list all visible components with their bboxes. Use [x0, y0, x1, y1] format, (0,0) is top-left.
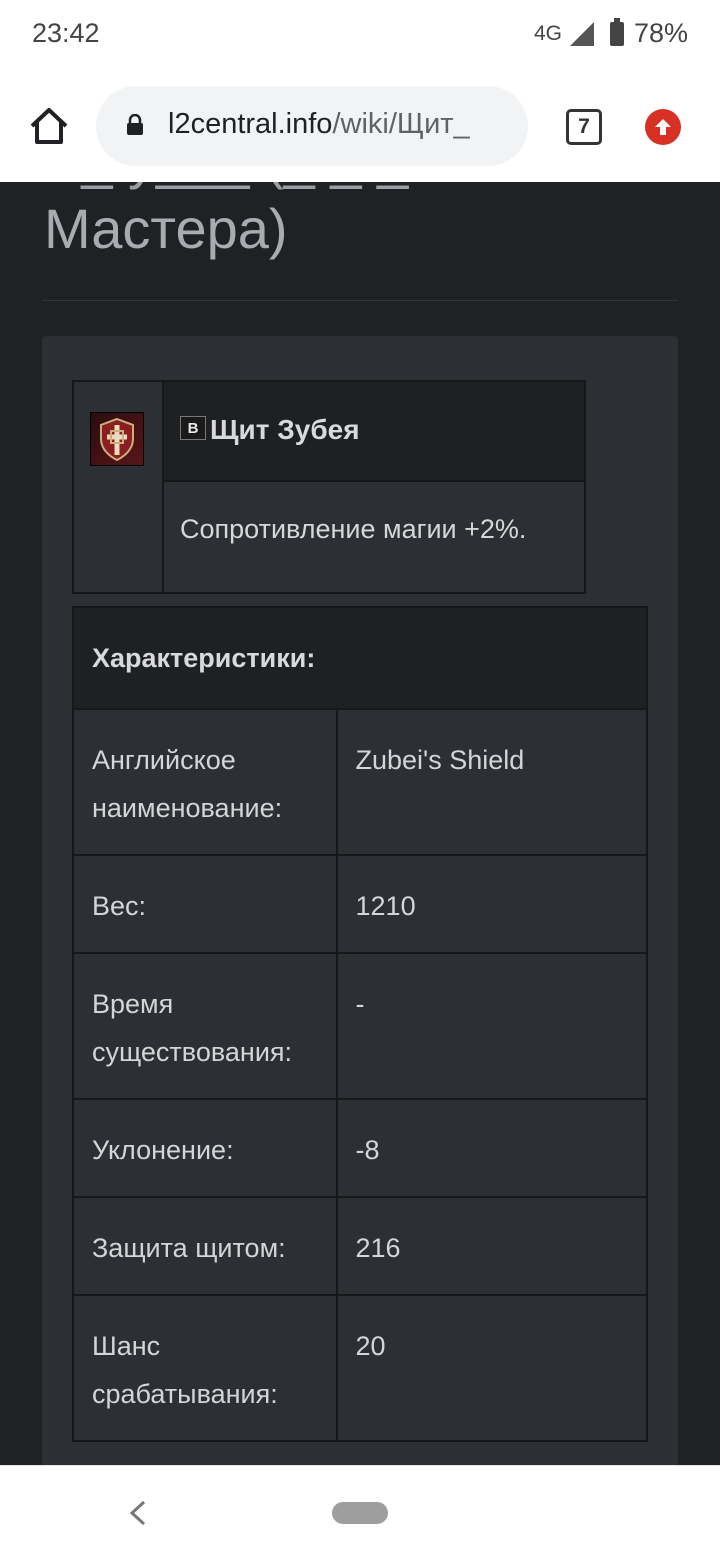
item-name-cell: B Щит Зубея: [164, 382, 584, 482]
battery-icon: [609, 17, 624, 46]
lock-icon: [127, 114, 143, 135]
stat-label: Уклонение:: [72, 1098, 338, 1198]
item-infobox: B Щит Зубея Сопротивление магии +2%. Хар…: [42, 336, 678, 1465]
page-title-line2: Мастера): [44, 197, 288, 260]
item-description: Сопротивление магии +2%.: [180, 514, 527, 544]
stat-value: -8: [335, 1098, 649, 1198]
tab-switcher-button[interactable]: 7: [566, 109, 602, 145]
stat-value: 1210: [335, 854, 649, 954]
stat-label: Вес:: [72, 854, 338, 954]
shield-icon: [90, 412, 144, 466]
item-name: Щит Зубея: [210, 414, 360, 445]
status-bar: 23:42 4G 78%: [0, 0, 720, 72]
table-row: Уклонение: -8: [72, 1098, 649, 1198]
item-icon-cell: [74, 382, 164, 592]
battery-percent: 78%: [633, 18, 688, 48]
home-button[interactable]: [24, 102, 74, 152]
page-title: Ч_ у___ (_ _ _ Мастера): [44, 182, 408, 264]
item-header: B Щит Зубея Сопротивление магии +2%.: [72, 380, 586, 594]
stat-value: -: [335, 952, 649, 1100]
browser-toolbar: l2central.info/wiki/Щит_ 7: [0, 72, 720, 182]
status-time: 23:42: [32, 18, 100, 48]
table-row: Защита щитом: 216: [72, 1196, 649, 1296]
stats-header-row: Характеристики:: [72, 606, 648, 710]
stat-label: Защита щитом:: [72, 1196, 338, 1296]
table-row: Шанс срабатывания: 20: [72, 1294, 649, 1442]
back-icon[interactable]: [126, 1498, 150, 1528]
status-indicators: 4G 78%: [533, 17, 688, 49]
table-row: Английское наименование: Zubei's Shield: [72, 708, 649, 856]
stat-label: Английское наименование:: [72, 708, 338, 856]
network-type: 4G: [533, 21, 562, 45]
stat-value: Zubei's Shield: [335, 708, 649, 856]
url-path: /wiki/Щит_: [332, 108, 470, 140]
page-content: Ч_ у___ (_ _ _ Мастера) B Щит Зубея Сопр…: [0, 182, 720, 1465]
stat-value: 216: [335, 1196, 649, 1296]
home-icon: [30, 108, 68, 144]
url-domain: l2central.info: [168, 108, 333, 140]
home-pill-button[interactable]: [332, 1502, 388, 1524]
stat-label: Время существования:: [72, 952, 338, 1100]
page-title-line1: Ч_ у___ (_ _ _: [44, 182, 408, 194]
url-bar[interactable]: l2central.info/wiki/Щит_: [96, 86, 528, 166]
update-arrow-icon: [655, 119, 671, 135]
stat-value: 20: [335, 1294, 649, 1442]
table-row: Время существования: -: [72, 952, 649, 1100]
stat-label: Шанс срабатывания:: [72, 1294, 338, 1442]
table-row: Вес: 1210: [72, 854, 649, 954]
stats-table: Характеристики: Английское наименование:…: [72, 606, 649, 1442]
update-button[interactable]: [645, 109, 681, 145]
title-divider: [42, 300, 678, 301]
grade-badge: B: [180, 416, 206, 440]
system-nav-bar: [0, 1465, 720, 1561]
stats-header: Характеристики:: [72, 606, 648, 710]
url-text: l2central.info/wiki/Щит_: [168, 108, 513, 141]
signal-icon: [569, 21, 594, 46]
